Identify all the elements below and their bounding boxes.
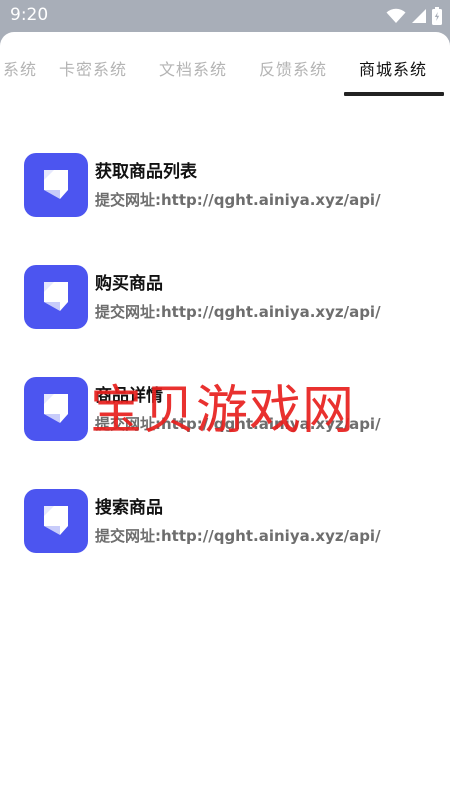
tab-system-partial[interactable]: 系统	[3, 56, 37, 80]
main-sheet: 系统 卡密系统 文档系统 反馈系统 商城系统 获取商品列表 提交网址:http:…	[0, 32, 450, 800]
item-title: 获取商品列表	[95, 162, 197, 182]
folded-corner-document-icon	[24, 489, 88, 553]
folded-corner-document-icon	[24, 153, 88, 217]
list-item-search-product[interactable]: 搜索商品 提交网址:http://qght.ainiya.xyz/api/	[24, 489, 434, 559]
item-title: 搜索商品	[95, 498, 163, 518]
battery-icon	[432, 7, 442, 25]
tab-document-system[interactable]: 文档系统	[159, 56, 227, 80]
item-subtitle: 提交网址:http://qght.ainiya.xyz/api/	[95, 191, 381, 209]
item-subtitle: 提交网址:http://qght.ainiya.xyz/api/	[95, 527, 381, 545]
list-item-get-product-list[interactable]: 获取商品列表 提交网址:http://qght.ainiya.xyz/api/	[24, 153, 434, 223]
cell-signal-icon	[412, 9, 426, 23]
folded-corner-document-icon	[24, 265, 88, 329]
tab-mall-system[interactable]: 商城系统	[359, 56, 427, 80]
wifi-icon	[386, 8, 406, 23]
folded-corner-document-icon	[24, 377, 88, 441]
tab-indicator	[344, 92, 444, 96]
item-title: 购买商品	[95, 274, 163, 294]
list-item-buy-product[interactable]: 购买商品 提交网址:http://qght.ainiya.xyz/api/	[24, 265, 434, 335]
tab-bar: 系统 卡密系统 文档系统 反馈系统 商城系统	[0, 32, 450, 96]
tab-feedback-system[interactable]: 反馈系统	[259, 56, 327, 80]
tab-card-key-system[interactable]: 卡密系统	[59, 56, 127, 80]
watermark-overlay: 宝贝游戏网	[90, 381, 356, 441]
status-bar: 9:20	[0, 0, 450, 32]
item-subtitle: 提交网址:http://qght.ainiya.xyz/api/	[95, 303, 381, 321]
status-icons	[386, 7, 442, 25]
status-time: 9:20	[10, 5, 49, 25]
